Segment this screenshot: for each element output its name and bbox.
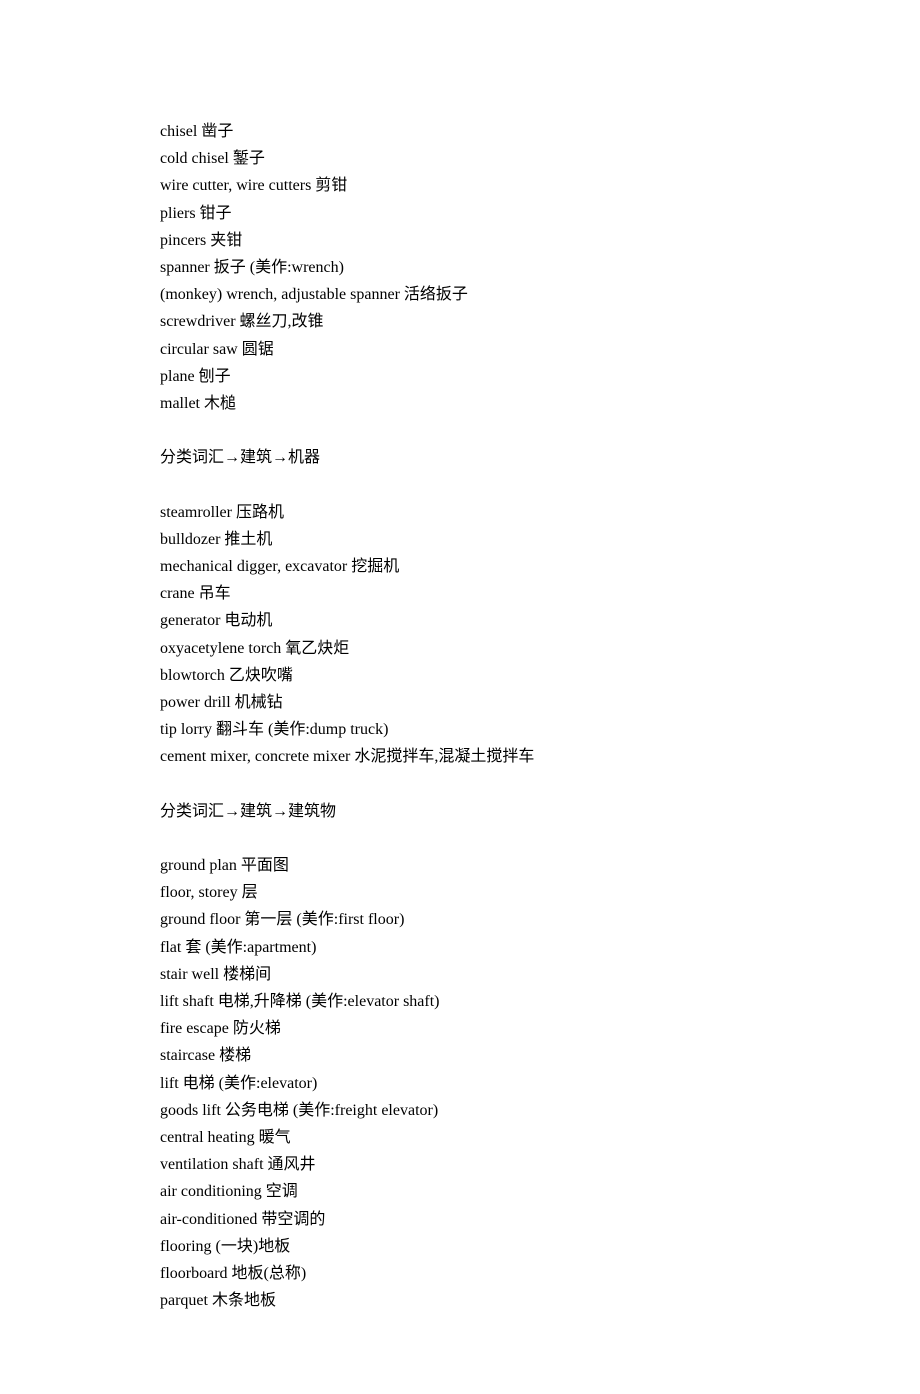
vocab-entry: goods lift 公务电梯 (美作:freight elevator) — [160, 1097, 760, 1124]
blank-line — [160, 825, 760, 852]
blank-line — [160, 771, 760, 798]
vocab-entry: ventilation shaft 通风井 — [160, 1151, 760, 1178]
vocab-entry: ground plan 平面图 — [160, 852, 760, 879]
vocab-entry: pliers 钳子 — [160, 200, 760, 227]
vocab-entry: cold chisel 錾子 — [160, 145, 760, 172]
vocab-entry: power drill 机械钻 — [160, 689, 760, 716]
vocab-entry: blowtorch 乙炔吹嘴 — [160, 662, 760, 689]
vocab-entry: oxyacetylene torch 氧乙炔炬 — [160, 635, 760, 662]
blank-line — [160, 417, 760, 444]
blank-line — [160, 471, 760, 498]
document-page: chisel 凿子 cold chisel 錾子 wire cutter, wi… — [0, 0, 920, 1394]
vocab-entry: chisel 凿子 — [160, 118, 760, 145]
vocab-entry: central heating 暖气 — [160, 1124, 760, 1151]
vocab-entry: stair well 楼梯间 — [160, 961, 760, 988]
vocab-entry: staircase 楼梯 — [160, 1042, 760, 1069]
vocab-entry: mechanical digger, excavator 挖掘机 — [160, 553, 760, 580]
vocab-entry: crane 吊车 — [160, 580, 760, 607]
vocab-entry: tip lorry 翻斗车 (美作:dump truck) — [160, 716, 760, 743]
vocab-entry: air-conditioned 带空调的 — [160, 1206, 760, 1233]
vocab-entry: mallet 木槌 — [160, 390, 760, 417]
section-heading: 分类词汇→建筑→建筑物 — [160, 798, 760, 825]
vocab-entry: wire cutter, wire cutters 剪钳 — [160, 172, 760, 199]
vocab-entry: floorboard 地板(总称) — [160, 1260, 760, 1287]
vocab-entry: bulldozer 推土机 — [160, 526, 760, 553]
vocab-entry: generator 电动机 — [160, 607, 760, 634]
vocab-entry: lift shaft 电梯,升降梯 (美作:elevator shaft) — [160, 988, 760, 1015]
vocab-entry: ground floor 第一层 (美作:first floor) — [160, 906, 760, 933]
vocab-entry: air conditioning 空调 — [160, 1178, 760, 1205]
vocab-entry: flat 套 (美作:apartment) — [160, 934, 760, 961]
vocab-entry: steamroller 压路机 — [160, 499, 760, 526]
vocab-entry: floor, storey 层 — [160, 879, 760, 906]
vocab-entry: (monkey) wrench, adjustable spanner 活络扳子 — [160, 281, 760, 308]
section-heading: 分类词汇→建筑→机器 — [160, 444, 760, 471]
vocab-entry: spanner 扳子 (美作:wrench) — [160, 254, 760, 281]
vocab-entry: flooring (一块)地板 — [160, 1233, 760, 1260]
vocab-entry: parquet 木条地板 — [160, 1287, 760, 1314]
vocab-entry: cement mixer, concrete mixer 水泥搅拌车,混凝土搅拌… — [160, 743, 760, 770]
vocab-entry: pincers 夹钳 — [160, 227, 760, 254]
vocab-entry: circular saw 圆锯 — [160, 336, 760, 363]
vocab-entry: fire escape 防火梯 — [160, 1015, 760, 1042]
vocab-entry: plane 刨子 — [160, 363, 760, 390]
vocab-entry: screwdriver 螺丝刀,改锥 — [160, 308, 760, 335]
vocab-entry: lift 电梯 (美作:elevator) — [160, 1070, 760, 1097]
